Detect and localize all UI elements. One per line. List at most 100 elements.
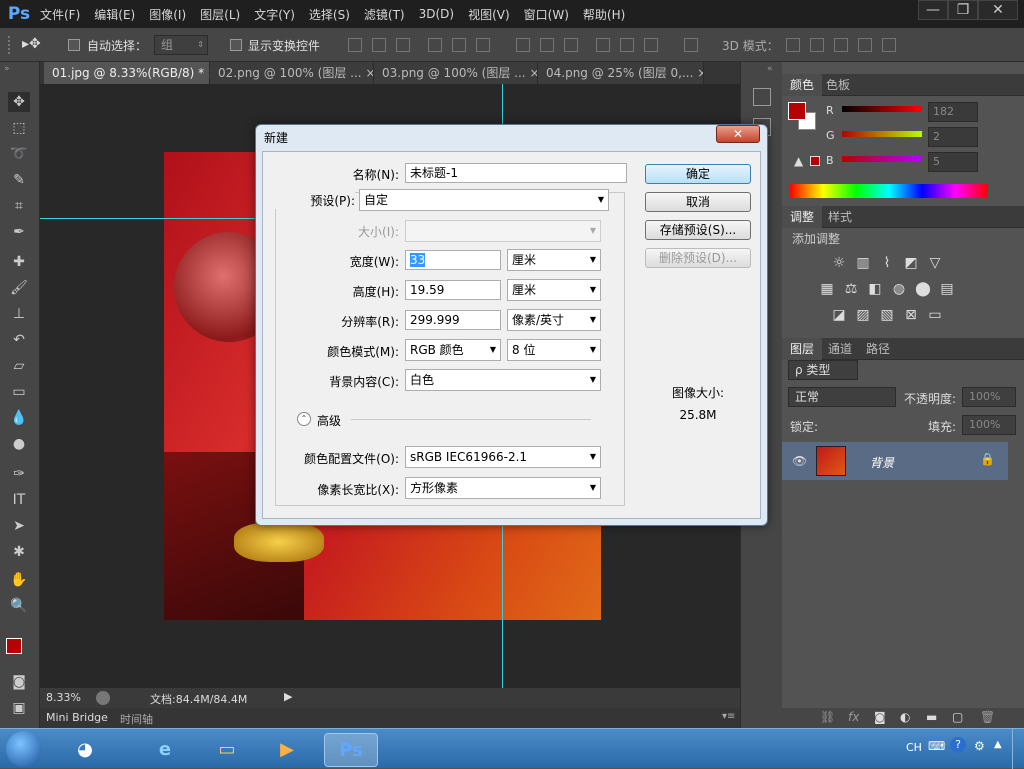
show-transform-checkbox[interactable]	[230, 39, 242, 51]
collapse-dock-icon[interactable]: «	[767, 64, 773, 74]
restore-button[interactable]: ❐	[948, 0, 978, 20]
move-tool-preset-icon[interactable]: ▸✥	[22, 36, 41, 52]
move-tool-icon[interactable]: ✥	[8, 92, 30, 112]
history-panel-icon[interactable]	[753, 88, 771, 106]
align-top-icon[interactable]	[348, 38, 362, 52]
menu-view[interactable]: 视图(V)	[468, 6, 510, 23]
3d-slide-icon[interactable]	[858, 38, 872, 52]
cancel-button[interactable]: 取消	[645, 192, 751, 212]
channel-mixer-icon[interactable]: ⬤	[914, 280, 932, 298]
tab-timeline[interactable]: 时间轴	[120, 711, 153, 727]
clone-stamp-tool-icon[interactable]: ⊥	[8, 304, 30, 324]
tab-swatches[interactable]: 色板	[818, 74, 858, 96]
ok-button[interactable]: 确定	[645, 164, 751, 184]
r-value[interactable]: 182	[928, 102, 978, 122]
menu-file[interactable]: 文件(F)	[40, 6, 80, 23]
quick-mask-icon[interactable]: ◙	[8, 672, 30, 692]
show-desktop-button[interactable]	[1012, 729, 1024, 769]
align-vcenter-icon[interactable]	[372, 38, 386, 52]
3d-scale-icon[interactable]	[882, 38, 896, 52]
file-explorer-icon[interactable]: ▭	[204, 733, 250, 767]
g-slider[interactable]	[842, 131, 922, 137]
close-tab-icon[interactable]: ×	[529, 66, 537, 80]
menu-type[interactable]: 文字(Y)	[254, 6, 295, 23]
menu-filter[interactable]: 滤镜(T)	[364, 6, 405, 23]
screen-mode-icon[interactable]: ▣	[8, 698, 30, 718]
help-icon[interactable]: ?	[950, 737, 966, 753]
marquee-tool-icon[interactable]: ⬚	[8, 118, 30, 138]
blur-tool-icon[interactable]: 💧	[8, 408, 30, 428]
preset-dropdown[interactable]: 自定 ▼	[359, 189, 609, 211]
auto-select-checkbox[interactable]	[68, 39, 80, 51]
media-player-icon[interactable]: ▶	[264, 733, 310, 767]
layer-name[interactable]: 背景	[870, 454, 894, 471]
photoshop-taskbar-icon[interactable]: Ps	[324, 733, 378, 767]
posterize-icon[interactable]: ▨	[854, 306, 872, 324]
new-layer-icon[interactable]: ▢	[952, 710, 963, 724]
hand-tool-icon[interactable]: ✋	[8, 570, 30, 590]
width-input[interactable]: 33	[405, 250, 501, 270]
opacity-field[interactable]: 100%	[962, 387, 1016, 407]
close-tab-icon[interactable]: ×	[365, 66, 373, 80]
black-white-icon[interactable]: ◧	[866, 280, 884, 298]
b-slider[interactable]	[842, 156, 922, 162]
b-value[interactable]: 5	[928, 152, 978, 172]
bit-depth-dropdown[interactable]: 8 位 ▼	[507, 339, 601, 361]
pen-tool-icon[interactable]: ✑	[8, 464, 30, 484]
tab-02-png[interactable]: 02.png @ 100% (图层 ... ×	[210, 62, 374, 84]
auto-align-icon[interactable]	[684, 38, 698, 52]
keyboard-icon[interactable]: ⌨	[928, 739, 945, 753]
status-menu-arrow-icon[interactable]: ▶	[284, 690, 292, 703]
tab-01-jpg[interactable]: 01.jpg @ 8.33%(RGB/8) * ×	[44, 62, 218, 84]
blend-mode-dropdown[interactable]: 正常	[788, 387, 896, 407]
zoom-level[interactable]: 8.33%	[46, 691, 81, 704]
quick-select-tool-icon[interactable]: ✎	[8, 170, 30, 190]
gradient-tool-icon[interactable]: ▭	[8, 382, 30, 402]
align-left-icon[interactable]	[428, 38, 442, 52]
link-layers-icon[interactable]: ⛓	[820, 710, 835, 724]
layer-row-background[interactable]: 👁 背景 🔒	[782, 442, 1008, 480]
color-balance-icon[interactable]: ⚖	[842, 280, 860, 298]
exposure-icon[interactable]: ◩	[902, 254, 920, 272]
align-bottom-icon[interactable]	[396, 38, 410, 52]
menu-edit[interactable]: 编辑(E)	[94, 6, 135, 23]
status-icon[interactable]	[96, 691, 110, 705]
distribute-right-icon[interactable]	[644, 38, 658, 52]
foreground-color-swatch[interactable]	[6, 638, 22, 654]
tab-styles[interactable]: 样式	[820, 206, 860, 228]
path-select-tool-icon[interactable]: ➤	[8, 516, 30, 536]
3d-roll-icon[interactable]	[810, 38, 824, 52]
close-tab-icon[interactable]: ×	[697, 66, 703, 80]
tab-mini-bridge[interactable]: Mini Bridge	[46, 711, 108, 724]
menu-window[interactable]: 窗口(W)	[524, 6, 569, 23]
start-button-icon[interactable]	[6, 731, 42, 767]
align-hcenter-icon[interactable]	[452, 38, 466, 52]
save-preset-button[interactable]: 存储预设(S)...	[645, 220, 751, 240]
tab-04-png[interactable]: 04.png @ 25% (图层 0,... ×	[538, 62, 704, 84]
auto-select-target-dropdown[interactable]: 组 ⇕	[154, 35, 208, 55]
crop-tool-icon[interactable]: ⌗	[8, 196, 30, 216]
menu-3d[interactable]: 3D(D)	[419, 7, 454, 21]
width-unit-dropdown[interactable]: 厘米 ▼	[507, 249, 601, 271]
brightness-icon[interactable]: ☼	[830, 254, 848, 272]
distribute-top-icon[interactable]	[516, 38, 530, 52]
collapse-advanced-icon[interactable]: ⌃	[297, 412, 311, 426]
healing-brush-tool-icon[interactable]: ✚	[8, 252, 30, 272]
pixel-aspect-dropdown[interactable]: 方形像素 ▼	[405, 477, 601, 499]
gamut-warning-icon[interactable]: ▲	[794, 154, 803, 168]
distribute-hcenter-icon[interactable]	[620, 38, 634, 52]
type-tool-icon[interactable]: IT	[8, 490, 30, 510]
menu-layer[interactable]: 图层(L)	[200, 6, 240, 23]
3d-rotate-icon[interactable]	[786, 38, 800, 52]
brush-tool-icon[interactable]: 🖌	[8, 278, 30, 298]
resolution-input[interactable]: 299.999	[405, 310, 501, 330]
collapse-toolbar-icon[interactable]: »	[4, 64, 10, 74]
height-input[interactable]: 19.59	[405, 280, 501, 300]
hue-saturation-icon[interactable]: ▦	[818, 280, 836, 298]
distribute-bottom-icon[interactable]	[564, 38, 578, 52]
internet-explorer-icon[interactable]: e	[142, 733, 188, 767]
layer-style-icon[interactable]: fx	[848, 710, 859, 724]
color-lookup-icon[interactable]: ▤	[938, 280, 956, 298]
name-input[interactable]: 未标题-1	[405, 163, 627, 183]
input-language[interactable]: CH	[906, 741, 922, 754]
